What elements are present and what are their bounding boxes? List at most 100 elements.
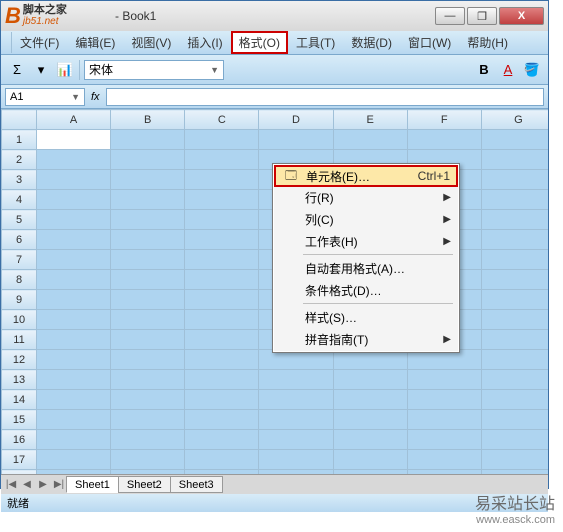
cell[interactable] bbox=[259, 430, 333, 450]
cell[interactable] bbox=[481, 130, 548, 150]
row-header[interactable]: 14 bbox=[2, 390, 37, 410]
font-selector[interactable]: 宋体 ▼ bbox=[84, 60, 224, 80]
cell[interactable] bbox=[333, 370, 407, 390]
cell[interactable] bbox=[111, 410, 185, 430]
row-header[interactable]: 2 bbox=[2, 150, 37, 170]
cell[interactable] bbox=[111, 390, 185, 410]
cell[interactable] bbox=[37, 330, 111, 350]
cell[interactable] bbox=[37, 190, 111, 210]
cell[interactable] bbox=[185, 270, 259, 290]
cell[interactable] bbox=[37, 370, 111, 390]
menu-item-pinyin[interactable]: 拼音指南(T) ▶ bbox=[275, 328, 457, 350]
cell[interactable] bbox=[111, 450, 185, 470]
cell[interactable] bbox=[481, 410, 548, 430]
cell[interactable] bbox=[111, 210, 185, 230]
cell[interactable] bbox=[481, 330, 548, 350]
menu-item-cells[interactable]: 🗔 单元格(E)… Ctrl+1 bbox=[274, 165, 458, 187]
col-header[interactable]: E bbox=[333, 110, 407, 130]
cell[interactable] bbox=[481, 210, 548, 230]
cell[interactable] bbox=[111, 290, 185, 310]
next-tab-button[interactable]: ▶ bbox=[35, 479, 51, 490]
row-header[interactable]: 10 bbox=[2, 310, 37, 330]
cell[interactable] bbox=[37, 290, 111, 310]
cell[interactable] bbox=[185, 350, 259, 370]
cell[interactable] bbox=[333, 430, 407, 450]
menu-item-column[interactable]: 列(C) ▶ bbox=[275, 208, 457, 230]
cell[interactable] bbox=[259, 130, 333, 150]
sheet-tab-1[interactable]: Sheet1 bbox=[66, 476, 119, 493]
fill-color-button[interactable]: 🪣 bbox=[521, 59, 543, 81]
menu-item-conditional-format[interactable]: 条件格式(D)… bbox=[275, 279, 457, 301]
cell-a1[interactable] bbox=[37, 130, 111, 150]
cell[interactable] bbox=[111, 150, 185, 170]
chart-icon[interactable]: 📊 bbox=[54, 59, 76, 81]
name-box[interactable]: A1 ▼ bbox=[5, 88, 85, 106]
last-tab-button[interactable]: ▶| bbox=[51, 479, 67, 490]
minimize-button[interactable]: — bbox=[435, 7, 465, 25]
cell[interactable] bbox=[111, 310, 185, 330]
cell[interactable] bbox=[481, 150, 548, 170]
cell[interactable] bbox=[37, 350, 111, 370]
menu-item-style[interactable]: 样式(S)… bbox=[275, 306, 457, 328]
row-header[interactable]: 15 bbox=[2, 410, 37, 430]
cell[interactable] bbox=[407, 430, 481, 450]
cell[interactable] bbox=[407, 130, 481, 150]
cell[interactable] bbox=[185, 330, 259, 350]
row-header[interactable]: 18 bbox=[2, 470, 37, 475]
cell[interactable] bbox=[111, 250, 185, 270]
close-button[interactable]: X bbox=[499, 7, 544, 25]
cell[interactable] bbox=[37, 170, 111, 190]
cell[interactable] bbox=[407, 470, 481, 475]
cell[interactable] bbox=[111, 130, 185, 150]
cell[interactable] bbox=[185, 250, 259, 270]
cell[interactable] bbox=[185, 470, 259, 475]
row-header[interactable]: 6 bbox=[2, 230, 37, 250]
cell[interactable] bbox=[111, 350, 185, 370]
cell[interactable] bbox=[481, 170, 548, 190]
cell[interactable] bbox=[111, 370, 185, 390]
cell[interactable] bbox=[37, 310, 111, 330]
first-tab-button[interactable]: |◀ bbox=[3, 479, 19, 490]
cell[interactable] bbox=[407, 370, 481, 390]
cell[interactable] bbox=[37, 450, 111, 470]
cell[interactable] bbox=[37, 210, 111, 230]
cell[interactable] bbox=[37, 250, 111, 270]
cell[interactable] bbox=[333, 450, 407, 470]
bold-button[interactable]: B bbox=[473, 59, 495, 81]
menu-item-row[interactable]: 行(R) ▶ bbox=[275, 186, 457, 208]
cell[interactable] bbox=[481, 250, 548, 270]
prev-tab-button[interactable]: ◀ bbox=[19, 479, 35, 490]
cell[interactable] bbox=[111, 470, 185, 475]
col-header[interactable]: C bbox=[185, 110, 259, 130]
cell[interactable] bbox=[481, 310, 548, 330]
row-header[interactable]: 12 bbox=[2, 350, 37, 370]
cell[interactable] bbox=[481, 370, 548, 390]
row-header[interactable]: 16 bbox=[2, 430, 37, 450]
underline-button[interactable]: A bbox=[497, 59, 519, 81]
row-header[interactable]: 13 bbox=[2, 370, 37, 390]
cell[interactable] bbox=[185, 390, 259, 410]
row-header[interactable]: 3 bbox=[2, 170, 37, 190]
sheet-tab-3[interactable]: Sheet3 bbox=[170, 476, 223, 493]
cell[interactable] bbox=[185, 430, 259, 450]
menu-item-sheet[interactable]: 工作表(H) ▶ bbox=[275, 230, 457, 252]
corner-cell[interactable] bbox=[2, 110, 37, 130]
row-header[interactable]: 7 bbox=[2, 250, 37, 270]
cell[interactable] bbox=[37, 410, 111, 430]
cell[interactable] bbox=[407, 390, 481, 410]
cell[interactable] bbox=[333, 130, 407, 150]
menu-format[interactable]: 格式(O) bbox=[231, 31, 288, 54]
row-header[interactable]: 1 bbox=[2, 130, 37, 150]
maximize-button[interactable]: ❐ bbox=[467, 7, 497, 25]
row-header[interactable]: 9 bbox=[2, 290, 37, 310]
cell[interactable] bbox=[185, 130, 259, 150]
cell[interactable] bbox=[481, 270, 548, 290]
menu-insert[interactable]: 插入(I) bbox=[179, 32, 230, 53]
menu-edit[interactable]: 编辑(E) bbox=[67, 32, 123, 53]
cell[interactable] bbox=[259, 450, 333, 470]
cell[interactable] bbox=[481, 230, 548, 250]
cell[interactable] bbox=[185, 150, 259, 170]
row-header[interactable]: 8 bbox=[2, 270, 37, 290]
sheet-tab-2[interactable]: Sheet2 bbox=[118, 476, 171, 493]
menu-file[interactable]: 文件(F) bbox=[11, 32, 67, 53]
